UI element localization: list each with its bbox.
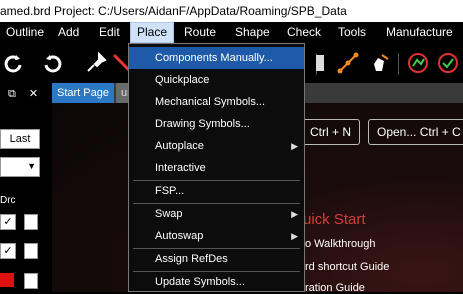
drc-label: Drc — [0, 195, 16, 206]
checkbox[interactable]: ✓ — [0, 243, 16, 259]
shortcut-guide-link[interactable]: rd shortcut Guide — [305, 261, 389, 273]
submenu-arrow-icon: ▶ — [291, 231, 298, 241]
route-icon[interactable] — [334, 49, 362, 77]
window-title: amed.brd Project: C:/Users/AidanF/AppDat… — [0, 4, 347, 18]
menu-item-autoplace[interactable]: Autoplace ▶ — [129, 135, 304, 157]
menu-item-drawing-symbols[interactable]: Drawing Symbols... — [129, 113, 304, 135]
redo-icon[interactable] — [38, 49, 66, 77]
menu-route[interactable]: Route — [178, 22, 222, 43]
left-panel: ⧉ ✕ Last ▼ Drc ✓ ✓ — [0, 83, 50, 292]
menu-check[interactable]: Check — [281, 22, 327, 43]
dock-icon[interactable]: ⧉ — [8, 88, 16, 100]
menu-outline[interactable]: Outline — [0, 22, 50, 43]
open-button[interactable]: Open... Ctrl + C — [368, 119, 463, 145]
new-button[interactable]: Ctrl + N — [301, 119, 361, 145]
configuration-guide-link[interactable]: ration Guide — [305, 282, 365, 294]
menu-item-components-manually[interactable]: Components Manually... — [129, 47, 304, 69]
chip-icon[interactable] — [306, 49, 334, 77]
menu-manufacture[interactable]: Manufacture — [380, 22, 459, 43]
title-bar: amed.brd Project: C:/Users/AidanF/AppDat… — [0, 0, 463, 22]
panel-header: ⧉ ✕ — [8, 87, 48, 101]
menu-item-update-symbols[interactable]: Update Symbols... — [129, 271, 304, 293]
menu-add[interactable]: Add — [52, 22, 85, 43]
submenu-arrow-icon: ▶ — [291, 209, 298, 219]
pin-icon[interactable] — [82, 49, 110, 77]
menu-place[interactable]: Place — [130, 22, 175, 43]
menu-edit[interactable]: Edit — [93, 22, 126, 43]
tab-start-page[interactable]: Start Page — [52, 83, 114, 103]
checkbox[interactable] — [24, 243, 38, 259]
drc-icon[interactable] — [404, 49, 432, 77]
checkbox[interactable] — [24, 273, 38, 289]
checkbox[interactable] — [24, 214, 38, 230]
hand-icon[interactable] — [366, 49, 394, 77]
menu-item-swap[interactable]: Swap ▶ — [129, 203, 304, 225]
close-icon[interactable]: ✕ — [29, 88, 38, 100]
last-button[interactable]: Last — [0, 129, 40, 149]
undo-icon[interactable] — [0, 49, 28, 77]
menu-item-assign-refdes[interactable]: Assign RefDes — [129, 248, 304, 270]
menu-shape[interactable]: Shape — [229, 22, 276, 43]
menu-item-fsp[interactable]: FSP... — [129, 180, 304, 202]
walkthrough-link[interactable]: o Walkthrough — [305, 238, 376, 250]
menu-item-autoswap[interactable]: Autoswap ▶ — [129, 225, 304, 247]
checkbox[interactable]: ✓ — [0, 214, 16, 230]
menu-bar: Outline Add Edit Place Route Shape Check… — [0, 22, 463, 43]
menu-item-quickplace[interactable]: Quickplace — [129, 69, 304, 91]
color-swatch[interactable] — [0, 273, 14, 287]
menu-tools[interactable]: Tools — [332, 22, 372, 43]
quick-start-title: uick Start — [303, 211, 366, 228]
chevron-down-icon: ▼ — [27, 161, 36, 171]
place-menu-dropdown: Components Manually... Quickplace Mechan… — [128, 43, 305, 292]
panel-dropdown[interactable]: ▼ — [0, 157, 40, 177]
toolbar-separator — [398, 53, 399, 75]
drc-check-icon[interactable] — [434, 49, 462, 77]
menu-item-mechanical-symbols[interactable]: Mechanical Symbols... — [129, 91, 304, 113]
submenu-arrow-icon: ▶ — [291, 141, 298, 151]
menu-item-interactive[interactable]: Interactive — [129, 157, 304, 179]
